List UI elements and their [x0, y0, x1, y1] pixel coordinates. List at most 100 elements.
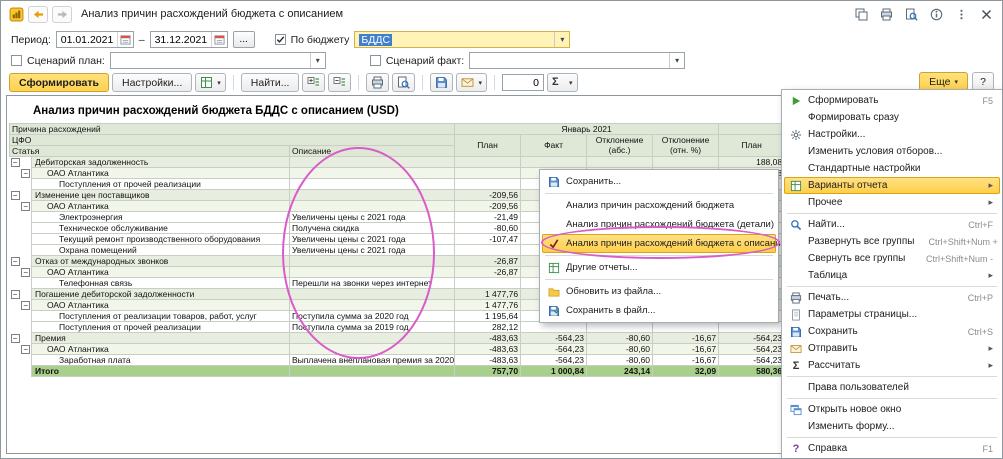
settings-button[interactable]: Настройки...	[112, 73, 192, 92]
context-menu-item[interactable]: Анализ причин расхождений бюджета	[542, 196, 776, 215]
more-menu-item[interactable]: СформироватьF5	[784, 92, 1000, 109]
collapse-group-button[interactable]: −	[11, 334, 20, 343]
menu-item-label: Обновить из файла...	[566, 286, 661, 297]
more-menu-item[interactable]: Стандартные настройки	[784, 160, 1000, 177]
more-menu-item[interactable]: Отправить▸	[784, 340, 1000, 357]
budget-field[interactable]: БДДС ▾	[354, 31, 570, 48]
context-menu-item[interactable]: Обновить из файла...	[542, 282, 776, 301]
more-menu-item[interactable]: Изменить условия отборов...	[784, 143, 1000, 160]
more-menu-item[interactable]: ?СправкаF1	[784, 440, 1000, 457]
window-copy-icon[interactable]	[854, 7, 869, 22]
scenario-fact-checkbox[interactable]	[370, 55, 381, 66]
counter-input[interactable]: 0	[502, 74, 544, 91]
print-icon[interactable]	[879, 7, 894, 22]
collapse-group-button[interactable]: −	[21, 268, 30, 277]
collapse-group-button[interactable]: −	[11, 257, 20, 266]
context-menu-item[interactable]: Сохранить в файл...	[542, 301, 776, 320]
gear-icon	[788, 128, 804, 141]
collapse-group-button[interactable]: −	[11, 290, 20, 299]
more-menu-item[interactable]: Настройки...	[784, 126, 1000, 143]
preview-icon[interactable]	[904, 7, 919, 22]
scenario-fact-field[interactable]: ▾	[469, 52, 685, 69]
report-variants-button[interactable]: ▾	[195, 73, 226, 92]
send-button[interactable]: ▾	[456, 73, 487, 92]
chevron-down-icon[interactable]: ▾	[669, 53, 684, 68]
collapse-group-button[interactable]: −	[21, 169, 30, 178]
print-button[interactable]	[366, 73, 389, 92]
collapse-group-button[interactable]: −	[21, 202, 30, 211]
header-col-1: Факт	[521, 135, 587, 157]
more-menu-item[interactable]: Таблица▸	[784, 267, 1000, 284]
more-menu-item[interactable]: Права пользователей	[784, 379, 1000, 396]
more-menu-item[interactable]: Печать...Ctrl+P	[784, 289, 1000, 306]
help-button-label: ?	[980, 76, 986, 88]
more-menu-item[interactable]: ΣРассчитать▸	[784, 357, 1000, 374]
more-menu-item[interactable]: Открыть новое окно	[784, 401, 1000, 418]
context-menu-item[interactable]: Другие отчеты...	[542, 258, 776, 277]
menu-item-label: Свернуть все группы	[808, 253, 905, 264]
collapse-group-button[interactable]: −	[21, 345, 30, 354]
more-menu-item[interactable]: Найти...Ctrl+F	[784, 216, 1000, 233]
scenario-plan-checkbox[interactable]	[11, 55, 22, 66]
scenario-plan-field[interactable]: ▾	[110, 52, 326, 69]
context-menu-item[interactable]: Анализ причин расхождений бюджета (детал…	[542, 215, 776, 234]
forward-button[interactable]	[52, 6, 72, 23]
grid-row[interactable]: Заработная платаВыплачена внеплановая пр…	[10, 355, 785, 366]
date-to-value[interactable]: 31.12.2021	[155, 34, 211, 46]
chevron-down-icon[interactable]: ▾	[310, 53, 325, 68]
menu-icon-spacer	[788, 162, 804, 175]
row-description	[290, 201, 455, 212]
cell-fact: -564,23	[521, 333, 587, 344]
collapse-group-button[interactable]: −	[11, 191, 20, 200]
date-from-value[interactable]: 01.01.2021	[61, 34, 117, 46]
generate-button[interactable]: Сформировать	[9, 73, 109, 92]
row-name: Поступления от прочей реализации	[32, 322, 290, 333]
context-menu-item[interactable]: Анализ причин расхождений бюджета с опис…	[542, 234, 776, 253]
header-description: Описание	[290, 146, 455, 157]
kebab-menu-icon[interactable]	[954, 7, 969, 22]
more-menu-item[interactable]: Варианты отчета▸	[784, 177, 1000, 194]
calendar-icon[interactable]	[117, 32, 133, 47]
cell-plan-next: -564,23	[719, 333, 785, 344]
cell-deviation-abs: -80,60	[587, 333, 653, 344]
envelope-icon	[788, 342, 804, 355]
more-menu-item[interactable]: Формировать сразу	[784, 109, 1000, 126]
by-budget-checkbox[interactable]	[275, 34, 286, 45]
check-mark-icon	[276, 35, 285, 44]
back-button[interactable]	[28, 6, 48, 23]
grid-row[interactable]: −Дебиторская задолженность188,08	[10, 157, 785, 168]
collapse-group-button[interactable]: −	[11, 158, 20, 167]
close-icon[interactable]	[979, 7, 994, 22]
more-menu-item[interactable]: Прочее▸	[784, 194, 1000, 211]
preview-button[interactable]	[392, 73, 415, 92]
more-menu-item[interactable]: Свернуть все группыCtrl+Shift+Num -	[784, 250, 1000, 267]
forward-arrow-icon	[57, 9, 68, 20]
collapse-group-button[interactable]: −	[21, 301, 30, 310]
collapse-groups-button[interactable]	[328, 73, 351, 92]
row-description	[290, 168, 455, 179]
calculate-button[interactable]: Σ▾	[547, 73, 578, 92]
find-button[interactable]: Найти...	[241, 73, 300, 92]
grid-row[interactable]: −Премия-483,63-564,23-80,60-16,67-564,23	[10, 333, 785, 344]
expand-groups-button[interactable]	[302, 73, 325, 92]
period-select-button[interactable]: ...	[233, 31, 255, 48]
grid-row[interactable]: −ОАО Атлантика-483,63-564,23-80,60-16,67…	[10, 344, 785, 355]
context-menu-item[interactable]: Сохранить...	[542, 172, 776, 191]
info-icon[interactable]	[929, 7, 944, 22]
row-name: Изменение цен поставщиков	[32, 190, 290, 201]
date-from-field[interactable]: 01.01.2021	[56, 31, 134, 48]
grid-row[interactable]: Поступления от прочей реализацииПоступил…	[10, 322, 785, 333]
more-menu-item[interactable]: СохранитьCtrl+S	[784, 323, 1000, 340]
more-menu-item[interactable]: Изменить форму...	[784, 418, 1000, 435]
date-to-field[interactable]: 31.12.2021	[150, 31, 228, 48]
more-menu-item[interactable]: Параметры страницы...	[784, 306, 1000, 323]
calendar-icon[interactable]	[211, 32, 227, 47]
header-col-3: Отклонение (отн. %)	[653, 135, 719, 157]
save-button[interactable]	[430, 73, 453, 92]
print-icon	[788, 291, 804, 304]
more-menu-item[interactable]: Развернуть все группыCtrl+Shift+Num +	[784, 233, 1000, 250]
chevron-down-icon[interactable]: ▾	[554, 32, 569, 47]
grid-total-row[interactable]: Итого757,701 000,84243,1432,09580,36	[10, 366, 785, 377]
budget-value[interactable]: БДДС	[359, 34, 392, 46]
row-description	[290, 190, 455, 201]
